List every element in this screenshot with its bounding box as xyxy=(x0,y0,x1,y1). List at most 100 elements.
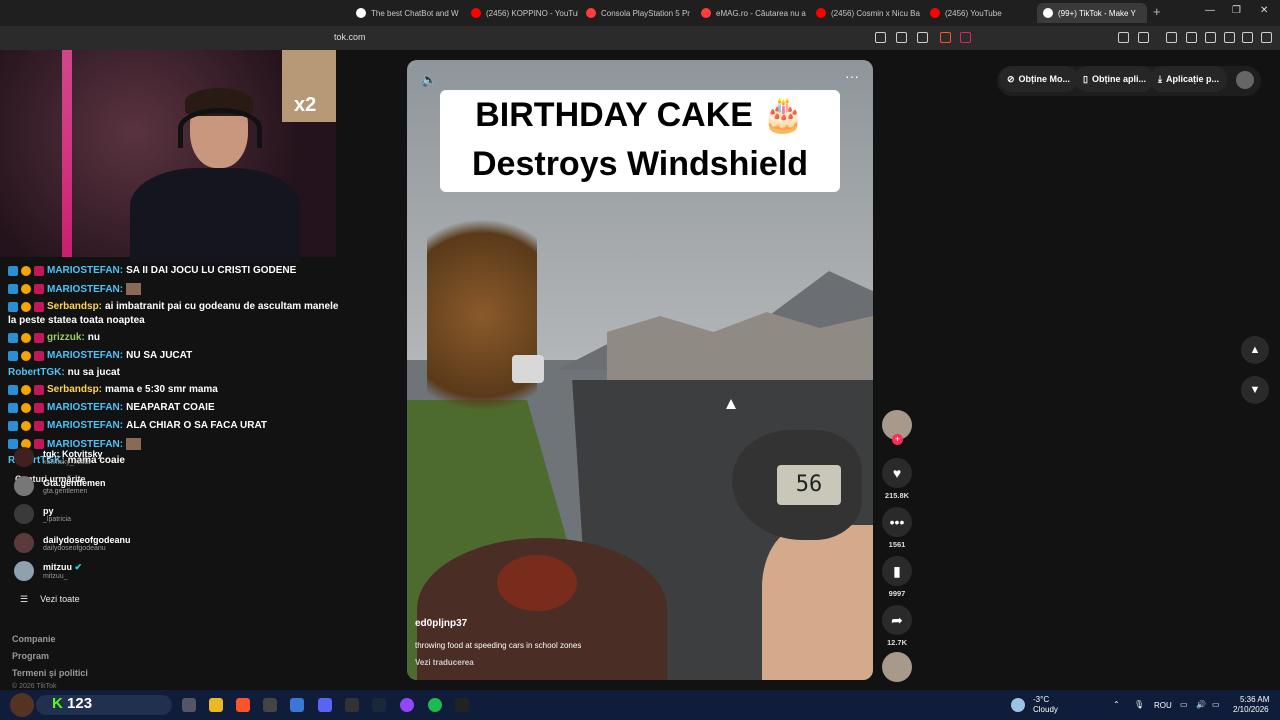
tab-playstation[interactable]: Consola PlayStation 5 Pr xyxy=(580,3,693,23)
task-view-icon[interactable] xyxy=(182,698,196,712)
chat-username[interactable]: Serbandsp: xyxy=(47,301,102,312)
save-button[interactable]: ▮ 9997 xyxy=(882,556,912,598)
followed-account[interactable]: dailydoseofgodeanu dailydoseofgodeanu xyxy=(14,530,131,556)
next-video-button[interactable]: ▼ xyxy=(1241,376,1269,404)
tab-youtube[interactable]: (2456) YouTube xyxy=(924,3,1037,23)
share-count: 12.7K xyxy=(886,638,907,647)
like-button[interactable]: ♥ 215.8K xyxy=(882,458,912,500)
screenshot-icon[interactable] xyxy=(1138,32,1149,43)
sidebar-icon[interactable] xyxy=(1186,32,1197,43)
url-field[interactable]: tok.com xyxy=(334,32,366,42)
language-indicator[interactable]: ROU xyxy=(1154,701,1172,710)
tab-emag[interactable]: eMAG.ro - Căutarea nu a xyxy=(695,3,808,23)
footer-link-program[interactable]: Program xyxy=(12,651,49,661)
microphone-icon[interactable]: 🎙 xyxy=(1134,700,1144,709)
network-icon[interactable]: ▭ xyxy=(1180,700,1188,709)
get-app-button[interactable]: ▯ Obține apli... xyxy=(1075,66,1154,92)
chat-username[interactable]: RobertTGK: xyxy=(8,367,65,378)
share-icon[interactable] xyxy=(917,32,928,43)
title-line-1: BIRTHDAY CAKE 🎂 xyxy=(475,96,805,134)
vpn-icon[interactable] xyxy=(1242,32,1253,43)
chat-username[interactable]: MARIOSTEFAN: xyxy=(47,284,123,295)
windows-taskbar: K 123 -3°C Cloudy ⌃ 🎙 ROU ▭ 🔊 ▭ 5:36 AM … xyxy=(0,690,1280,720)
followed-account[interactable]: mitzuu ✔ mitzuu_ xyxy=(14,558,82,584)
chat-username[interactable]: MARIOSTEFAN: xyxy=(47,350,123,361)
store-icon[interactable] xyxy=(290,698,304,712)
video-player[interactable]: 56 BIRTHDAY CAKE 🎂 Destroys Windshield 🔈… xyxy=(407,60,873,680)
chat-badge-icon xyxy=(8,301,18,312)
comment-button[interactable]: ••• 1561 xyxy=(882,507,912,549)
chat-badge-icon xyxy=(34,284,44,294)
view-all-link[interactable]: ☰ Vezi toate xyxy=(20,594,80,605)
get-coins-button[interactable]: ⊘ Obține Mo... xyxy=(999,66,1079,92)
chat-badge-icon xyxy=(21,402,31,413)
twitch-icon[interactable] xyxy=(400,698,414,712)
weather-temp: -3°C xyxy=(1033,695,1050,704)
follow-plus-icon[interactable]: + xyxy=(892,434,903,445)
spotify-icon[interactable] xyxy=(428,698,442,712)
desktop-app-button[interactable]: ⤓ Aplicație p... xyxy=(1150,66,1227,92)
brave-shield-icon[interactable] xyxy=(940,32,951,43)
epic-games-icon[interactable] xyxy=(455,698,469,712)
obs-icon[interactable] xyxy=(345,698,359,712)
bookmark-icon: ▮ xyxy=(882,556,912,586)
maximize-button[interactable]: ❐ xyxy=(1232,5,1241,16)
chat-message: MARIOSTEFAN: SA II DAI JOCU LU CRISTI GOD… xyxy=(8,265,296,276)
chat-badge-icon xyxy=(21,265,31,276)
file-explorer-icon[interactable] xyxy=(209,698,223,712)
followed-account[interactable]: Gta.gentlemen gta.gentlemen xyxy=(14,473,106,499)
followed-account[interactable]: tgk: Kotvitsky kotvitsky_nikita xyxy=(14,444,103,470)
chat-message: Serbandsp: mama e 5:30 smr mama xyxy=(8,384,218,395)
brave-rewards-icon[interactable] xyxy=(960,32,971,43)
menu-icon[interactable] xyxy=(1261,32,1272,43)
chevron-up-icon[interactable]: ⌃ xyxy=(1113,700,1120,709)
share-arrow-icon: ➦ xyxy=(882,605,912,635)
wallet-icon[interactable] xyxy=(1205,32,1216,43)
leo-ai-icon[interactable] xyxy=(1224,32,1235,43)
music-disc-button[interactable] xyxy=(882,652,912,682)
minimize-button[interactable]: — xyxy=(1205,5,1215,16)
video-caption: throwing food at speeding cars in school… xyxy=(415,641,582,650)
tab-koppino[interactable]: (2456) KOPPINO - YouTul xyxy=(465,3,578,23)
account-handle: kotvitsky_nikita xyxy=(43,458,91,466)
profile-avatar[interactable] xyxy=(1236,71,1254,89)
tab-label: (2456) KOPPINO - YouTul xyxy=(486,8,578,18)
cast-icon[interactable] xyxy=(896,32,907,43)
discord-icon[interactable] xyxy=(318,698,332,712)
tab-cosmin[interactable]: (2456) Cosmin x Nicu Ba xyxy=(810,3,923,23)
avatar xyxy=(14,447,34,467)
brave-icon[interactable] xyxy=(236,698,250,712)
video-hand xyxy=(762,525,873,680)
footer-link-terms[interactable]: Termeni și politici xyxy=(12,668,88,678)
translate-link[interactable]: Vezi traducerea xyxy=(415,658,474,667)
share-button[interactable]: ➦ 12.7K xyxy=(882,605,912,647)
chat-username[interactable]: MARIOSTEFAN: xyxy=(47,420,123,431)
chat-username[interactable]: grizzuk: xyxy=(47,332,85,343)
chat-badge-icon xyxy=(8,402,18,413)
chat-username[interactable]: MARIOSTEFAN: xyxy=(47,265,123,276)
battery-icon[interactable]: ▭ xyxy=(1212,700,1220,709)
close-window-button[interactable]: ✕ xyxy=(1260,5,1268,16)
account-name: tgk: Kotvitsky xyxy=(43,448,103,459)
steam-icon[interactable] xyxy=(372,698,386,712)
chat-username[interactable]: MARIOSTEFAN: xyxy=(47,402,123,413)
volume-tray-icon[interactable]: 🔊 xyxy=(1196,700,1206,709)
weather-icon[interactable] xyxy=(1011,698,1025,712)
tab-chatbot[interactable]: The best ChatBot and W xyxy=(350,3,463,23)
chat-message: MARIOSTEFAN: NU SA JUCAT xyxy=(8,350,192,361)
volume-icon[interactable]: 🔈 xyxy=(421,72,437,88)
new-tab-button[interactable]: + xyxy=(1153,4,1161,19)
music-icon[interactable] xyxy=(1166,32,1177,43)
extensions-icon[interactable] xyxy=(1118,32,1129,43)
footer-link-company[interactable]: Companie xyxy=(12,634,56,644)
tab-tiktok[interactable]: (99+) TikTok - Make Y ✕ xyxy=(1037,3,1147,23)
video-author[interactable]: ed0pljnp37 xyxy=(415,618,467,629)
mute-icon[interactable] xyxy=(875,32,886,43)
video-football-decoration xyxy=(497,555,577,611)
avatar xyxy=(14,533,34,553)
more-options-icon[interactable]: ··· xyxy=(845,68,859,84)
followed-account[interactable]: py _lpatricia xyxy=(14,501,71,527)
previous-video-button[interactable]: ▲ xyxy=(1241,336,1269,364)
chrome-icon[interactable] xyxy=(263,698,277,712)
chat-username[interactable]: Serbandsp: xyxy=(47,384,102,395)
